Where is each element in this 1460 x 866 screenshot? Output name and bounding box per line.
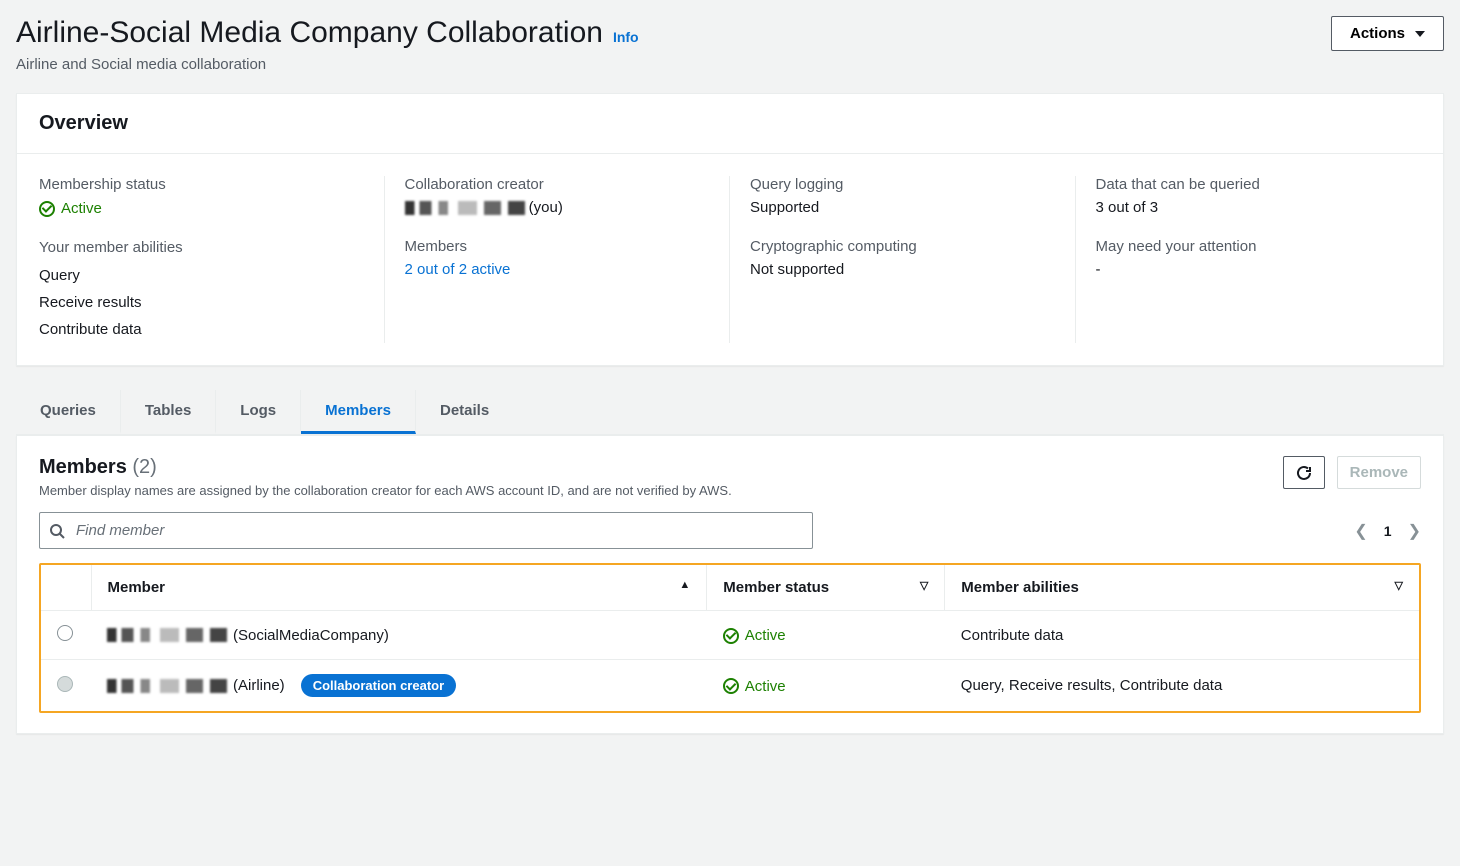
refresh-icon bbox=[1296, 465, 1312, 481]
check-circle-icon bbox=[723, 628, 739, 644]
members-table: Member ▲ Member status ▽ Member abilitie… bbox=[41, 565, 1419, 711]
actions-button[interactable]: Actions bbox=[1331, 16, 1444, 51]
pager-current: 1 bbox=[1384, 523, 1392, 539]
column-status[interactable]: Member status ▽ bbox=[707, 565, 945, 611]
data-queried-label: Data that can be queried bbox=[1096, 176, 1402, 193]
members-count-label: Members bbox=[405, 238, 710, 255]
members-description: Member display names are assigned by the… bbox=[39, 483, 732, 498]
sort-icon: ▽ bbox=[1395, 579, 1403, 592]
attention-label: May need your attention bbox=[1096, 238, 1402, 255]
search-icon bbox=[49, 523, 65, 539]
tabs: Queries Tables Logs Members Details bbox=[16, 390, 1444, 435]
column-select bbox=[41, 565, 91, 611]
check-circle-icon bbox=[39, 201, 55, 217]
data-queried-value: 3 out of 3 bbox=[1096, 199, 1402, 216]
pager-prev[interactable]: ❮ bbox=[1354, 521, 1367, 541]
page-subtitle: Airline and Social media collaboration bbox=[16, 56, 639, 73]
overview-panel: Overview Membership status Active Your m… bbox=[16, 93, 1444, 366]
search-input[interactable] bbox=[39, 512, 813, 549]
abilities-label: Your member abilities bbox=[39, 239, 364, 256]
sort-asc-icon: ▲ bbox=[679, 579, 690, 591]
member-name: (SocialMediaCompany) bbox=[233, 627, 389, 644]
members-panel: Members (2) Member display names are ass… bbox=[16, 435, 1444, 734]
tab-queries[interactable]: Queries bbox=[16, 390, 121, 434]
logging-label: Query logging bbox=[750, 176, 1055, 193]
column-member[interactable]: Member ▲ bbox=[91, 565, 707, 611]
member-status: Active bbox=[723, 678, 786, 695]
pager-next[interactable]: ❯ bbox=[1408, 521, 1421, 541]
pager: ❮ 1 ❯ bbox=[1354, 521, 1421, 541]
member-name: (Airline) bbox=[233, 677, 285, 694]
overview-title: Overview bbox=[39, 112, 1421, 135]
page-title: Airline-Social Media Company Collaborati… bbox=[16, 16, 603, 50]
membership-status-value: Active bbox=[39, 200, 102, 217]
logging-value: Supported bbox=[750, 199, 1055, 216]
remove-button[interactable]: Remove bbox=[1337, 456, 1421, 489]
caret-down-icon bbox=[1415, 31, 1425, 37]
tab-logs[interactable]: Logs bbox=[216, 390, 301, 434]
page-header: Airline-Social Media Company Collaborati… bbox=[16, 16, 1444, 73]
tab-members[interactable]: Members bbox=[301, 390, 416, 434]
row-radio bbox=[57, 676, 73, 692]
membership-status-label: Membership status bbox=[39, 176, 364, 193]
member-status: Active bbox=[723, 627, 786, 644]
sort-icon: ▽ bbox=[920, 579, 928, 592]
actions-label: Actions bbox=[1350, 25, 1405, 42]
creator-value: (you) bbox=[405, 199, 710, 216]
info-link[interactable]: Info bbox=[613, 29, 639, 45]
check-circle-icon bbox=[723, 678, 739, 694]
column-abilities[interactable]: Member abilities ▽ bbox=[945, 565, 1419, 611]
redacted-id bbox=[405, 201, 525, 215]
members-count: (2) bbox=[132, 456, 156, 478]
members-count-link[interactable]: 2 out of 2 active bbox=[405, 261, 710, 278]
member-abilities: Query, Receive results, Contribute data bbox=[945, 660, 1419, 712]
tab-details[interactable]: Details bbox=[416, 390, 513, 434]
table-row: (Airline) Collaboration creator Active Q… bbox=[41, 660, 1419, 712]
crypto-label: Cryptographic computing bbox=[750, 238, 1055, 255]
overview-header: Overview bbox=[17, 94, 1443, 154]
row-radio[interactable] bbox=[57, 625, 73, 641]
creator-label: Collaboration creator bbox=[405, 176, 710, 193]
tab-tables[interactable]: Tables bbox=[121, 390, 216, 434]
abilities-values: Query Receive results Contribute data bbox=[39, 262, 364, 343]
attention-value: - bbox=[1096, 261, 1402, 278]
redacted-id bbox=[107, 628, 227, 642]
member-cell: (Airline) Collaboration creator bbox=[107, 674, 691, 697]
member-abilities: Contribute data bbox=[945, 611, 1419, 660]
table-row: (SocialMediaCompany) Active Contribute d… bbox=[41, 611, 1419, 660]
members-table-wrap: Member ▲ Member status ▽ Member abilitie… bbox=[39, 563, 1421, 713]
crypto-value: Not supported bbox=[750, 261, 1055, 278]
redacted-id bbox=[107, 679, 227, 693]
member-cell: (SocialMediaCompany) bbox=[107, 627, 691, 644]
creator-badge: Collaboration creator bbox=[301, 674, 456, 697]
members-title: Members (2) bbox=[39, 456, 157, 478]
refresh-button[interactable] bbox=[1283, 456, 1325, 489]
